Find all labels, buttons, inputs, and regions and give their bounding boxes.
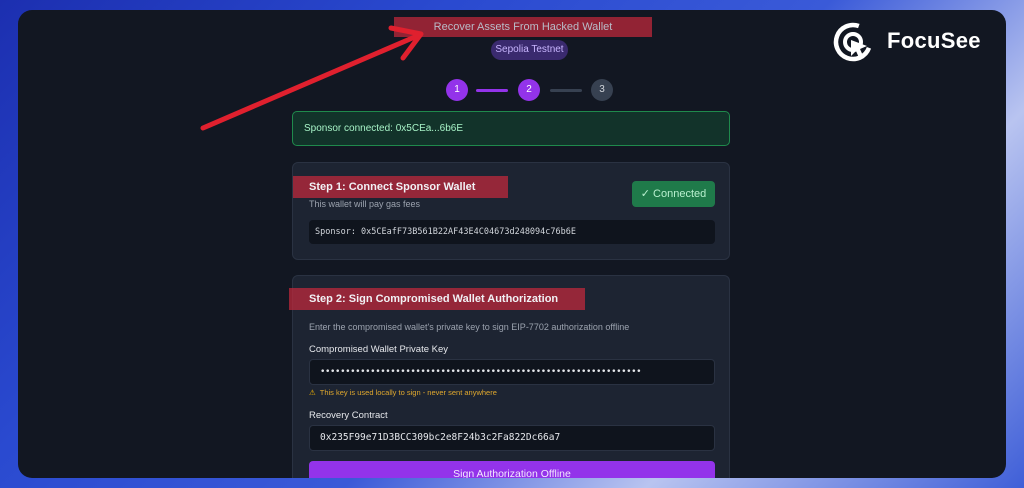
annotation-arrow-icon — [200, 25, 424, 131]
warning-icon: ⚠ — [309, 388, 316, 397]
step1-card: Step 1: Connect Sponsor Wallet This wall… — [292, 162, 730, 260]
private-key-input[interactable]: ••••••••••••••••••••••••••••••••••••••••… — [309, 359, 715, 385]
recovery-contract-input[interactable]: 0x235F99e71D3BCC309bc2e8F24b3c2Fa822Dc66… — [309, 425, 715, 451]
warning-text: This key is used locally to sign - never… — [319, 388, 497, 397]
step-indicator-3[interactable]: 3 — [591, 79, 613, 101]
step-connector-1 — [476, 89, 508, 92]
connected-button[interactable]: ✓ Connected — [632, 181, 715, 207]
sign-authorization-button[interactable]: Sign Authorization Offline — [309, 461, 715, 478]
stepper: 1 2 3 — [446, 79, 616, 101]
step2-title: Step 2: Sign Compromised Wallet Authoriz… — [289, 288, 585, 310]
focusee-brand: FocuSee — [887, 28, 981, 53]
app-window: Recover Assets From Hacked Wallet Sepoli… — [18, 10, 1006, 478]
private-key-label: Compromised Wallet Private Key — [309, 344, 449, 355]
network-badge: Sepolia Testnet — [491, 40, 568, 60]
sponsor-address: Sponsor: 0x5CEafF73B561B22AF43E4C04673d2… — [309, 220, 715, 244]
step-indicator-1[interactable]: 1 — [446, 79, 468, 101]
step2-subtitle: Enter the compromised wallet's private k… — [309, 322, 630, 332]
focusee-logo-icon — [833, 22, 873, 62]
step-indicator-2[interactable]: 2 — [518, 79, 540, 101]
step-connector-2 — [550, 89, 582, 92]
focusee-watermark: FocuSee — [833, 22, 1013, 64]
private-key-warning: ⚠ This key is used locally to sign - neve… — [309, 388, 497, 397]
recovery-contract-label: Recovery Contract — [309, 410, 388, 421]
step2-card: Step 2: Sign Compromised Wallet Authoriz… — [289, 275, 730, 478]
step1-subtitle: This wallet will pay gas fees — [309, 199, 421, 209]
step1-title: Step 1: Connect Sponsor Wallet — [293, 176, 508, 198]
